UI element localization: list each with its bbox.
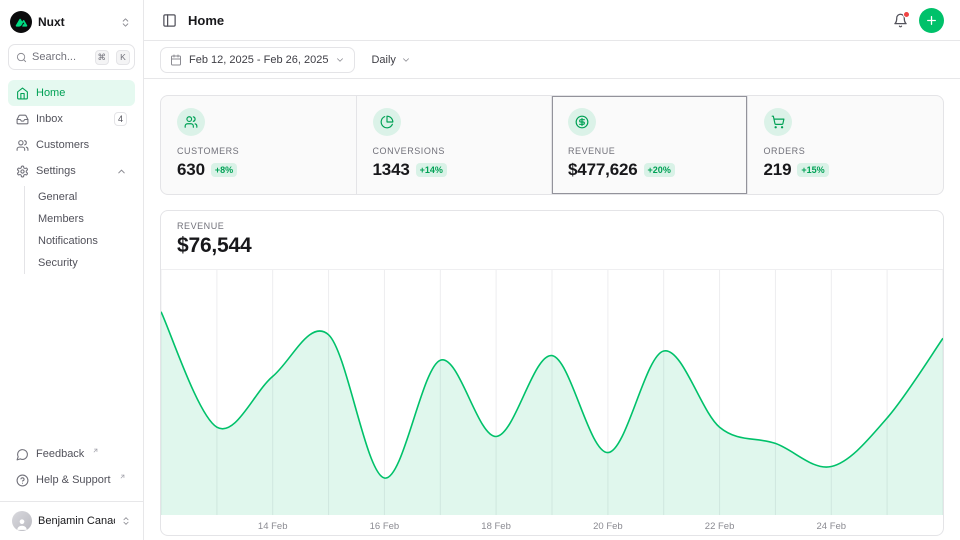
gear-icon [16,165,29,178]
chevrons-up-down-icon [121,516,131,526]
settings-subnav: General Members Notifications Security [24,186,135,274]
kbd-cmd: ⌘ [95,50,110,65]
stat-delta-badge: +8% [211,163,237,177]
stat-card-revenue[interactable]: REVENUE $477,626 +20% [552,96,748,194]
chart-header: REVENUE $76,544 [161,211,943,270]
stat-card-orders[interactable]: ORDERS 219 +15% [748,96,944,194]
svg-text:22 Feb: 22 Feb [705,521,735,532]
search-placeholder: Search... [32,51,88,63]
sidebar-item-security[interactable]: Security [25,252,135,274]
stat-value: $477,626 [568,160,638,180]
page-title: Home [188,13,224,28]
period-label: Daily [371,54,395,66]
nuxt-logo-icon [10,11,32,33]
collapse-sidebar-button[interactable] [160,11,179,30]
stat-value: 630 [177,160,205,180]
sidebar-spacer [8,274,135,441]
stat-value: 1343 [373,160,410,180]
notifications-bell-button[interactable] [891,11,910,30]
date-range-picker[interactable]: Feb 12, 2025 - Feb 26, 2025 [160,47,355,73]
chevron-down-icon [335,55,345,65]
stat-delta-badge: +15% [797,163,828,177]
message-icon [16,448,29,461]
search-input[interactable]: Search... ⌘ K [8,44,135,70]
sidebar-item-settings[interactable]: Settings [8,158,135,184]
sidebar-item-label: Settings [36,165,76,177]
stat-label: CONVERSIONS [373,146,536,156]
shopping-cart-icon [764,108,792,136]
sidebar-item-label: Members [38,213,84,225]
chart-pie-icon [373,108,401,136]
app-root: Nuxt Search... ⌘ K Home [0,0,960,540]
svg-text:14 Feb: 14 Feb [258,521,288,532]
help-circle-icon [16,474,29,487]
svg-text:18 Feb: 18 Feb [481,521,511,532]
stat-label: ORDERS [764,146,928,156]
sidebar-item-label: General [38,191,77,203]
workspace-switcher[interactable]: Nuxt [8,8,135,44]
header-bar: Home [144,0,960,41]
stat-delta-badge: +20% [644,163,675,177]
stat-card-conversions[interactable]: CONVERSIONS 1343 +14% [357,96,553,194]
svg-text:20 Feb: 20 Feb [593,521,623,532]
external-link-icon [119,473,126,480]
avatar [12,511,32,531]
users-icon [16,139,29,152]
workspace-name: Nuxt [38,15,114,29]
sidebar-item-general[interactable]: General [25,186,135,208]
notification-dot [903,11,910,18]
sidebar-item-home[interactable]: Home [8,80,135,106]
external-link-icon [92,447,99,454]
stat-value: 219 [764,160,792,180]
main-panel: Home Feb 12, 2025 - Feb 26, 2025 [144,0,960,540]
plus-icon [925,14,938,27]
search-icon [16,52,27,63]
stats-row: CUSTOMERS 630 +8% CONVERSIONS 1343 +14% [160,95,944,195]
svg-text:16 Feb: 16 Feb [370,521,400,532]
stat-card-customers[interactable]: CUSTOMERS 630 +8% [161,96,357,194]
sidebar-item-label: Home [36,87,65,99]
stat-label: REVENUE [568,146,731,156]
inbox-icon [16,113,29,126]
dashboard-content: CUSTOMERS 630 +8% CONVERSIONS 1343 +14% [144,79,960,540]
sidebar-item-inbox[interactable]: Inbox 4 [8,106,135,132]
sidebar-item-members[interactable]: Members [25,208,135,230]
calendar-icon [170,54,182,66]
revenue-chart[interactable]: 14 Feb 16 Feb 18 Feb 20 Feb 22 Feb 24 Feb [161,270,943,535]
user-menu[interactable]: Benjamin Canac [8,502,135,532]
date-range-label: Feb 12, 2025 - Feb 26, 2025 [189,54,328,66]
stat-label: CUSTOMERS [177,146,340,156]
panel-left-icon [162,13,177,28]
sidebar-item-label: Inbox [36,113,63,125]
svg-text:24 Feb: 24 Feb [817,521,847,532]
chevrons-up-down-icon [120,17,131,28]
circle-dollar-icon [568,108,596,136]
chevron-down-icon [401,55,411,65]
sidebar-item-label: Feedback [36,448,84,460]
sidebar-item-label: Notifications [38,235,98,247]
chart-label: REVENUE [177,221,927,231]
inbox-count-badge: 4 [114,112,127,126]
sidebar-item-label: Security [38,257,78,269]
home-icon [16,87,29,100]
sidebar-item-label: Customers [36,139,89,151]
sidebar-nav: Home Inbox 4 Customers Settings [8,80,135,274]
revenue-chart-card: REVENUE $76,544 14 Feb 16 Feb 18 Feb 20 Feb… [160,210,944,536]
users-icon [177,108,205,136]
sidebar-item-label: Help & Support [36,474,111,486]
user-name: Benjamin Canac [38,515,115,527]
chevron-up-icon [116,166,127,177]
kbd-k: K [116,50,130,65]
sidebar-item-feedback[interactable]: Feedback [8,441,135,467]
sidebar: Nuxt Search... ⌘ K Home [0,0,144,540]
sidebar-item-customers[interactable]: Customers [8,132,135,158]
chart-value: $76,544 [177,234,927,258]
filters-toolbar: Feb 12, 2025 - Feb 26, 2025 Daily [144,41,960,79]
period-select[interactable]: Daily [363,47,418,73]
sidebar-item-help-support[interactable]: Help & Support [8,467,135,493]
stat-delta-badge: +14% [416,163,447,177]
add-button[interactable] [919,8,944,33]
sidebar-item-notifications[interactable]: Notifications [25,230,135,252]
